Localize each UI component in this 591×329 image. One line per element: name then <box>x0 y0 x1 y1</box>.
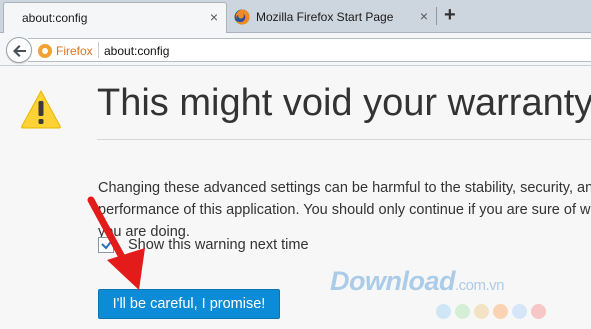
tab-separator <box>436 7 437 25</box>
back-button[interactable] <box>6 37 32 63</box>
watermark-dot <box>493 304 508 319</box>
watermark-dot <box>436 304 451 319</box>
tab-label: Mozilla Firefox Start Page <box>256 10 394 24</box>
url-bar[interactable]: Firefox about:config <box>28 38 591 62</box>
firefox-icon <box>234 9 250 25</box>
close-tab-icon[interactable]: × <box>420 8 428 24</box>
watermark-dot <box>474 304 489 319</box>
watermark-dot <box>512 304 527 319</box>
close-tab-icon[interactable]: × <box>210 9 218 25</box>
identity-label: Firefox <box>56 44 93 58</box>
watermark-dot <box>455 304 470 319</box>
tab-firefox-start-page[interactable]: Mozilla Firefox Start Page × <box>228 2 436 33</box>
watermark-dot <box>531 304 546 319</box>
url-text[interactable]: about:config <box>104 44 169 58</box>
annotation-arrow <box>87 196 145 290</box>
watermark-suffix: .com.vn <box>455 277 505 294</box>
show-warning-label: Show this warning next time <box>128 237 309 253</box>
title-divider <box>97 139 591 140</box>
navigation-bar: Firefox about:config <box>0 33 591 66</box>
identity-icon <box>38 44 52 58</box>
identity-divider <box>98 42 99 58</box>
warning-icon <box>21 89 61 129</box>
watermark-dots <box>436 304 546 319</box>
tab-label: about:config <box>22 11 88 25</box>
watermark-brand: Download <box>330 266 456 296</box>
site-identity[interactable]: Firefox <box>38 42 93 60</box>
tab-strip: about:config × Mozilla Firefox Start Pag… <box>0 0 591 33</box>
watermark-logo: Download.com.vn <box>330 266 505 297</box>
page-title: This might void your warranty! <box>97 82 591 124</box>
tab-about-config[interactable]: about:config × <box>3 2 227 33</box>
new-tab-button[interactable]: + <box>444 4 456 27</box>
warning-description: Changing these advanced settings can be … <box>98 180 591 240</box>
back-arrow-icon <box>13 45 26 57</box>
